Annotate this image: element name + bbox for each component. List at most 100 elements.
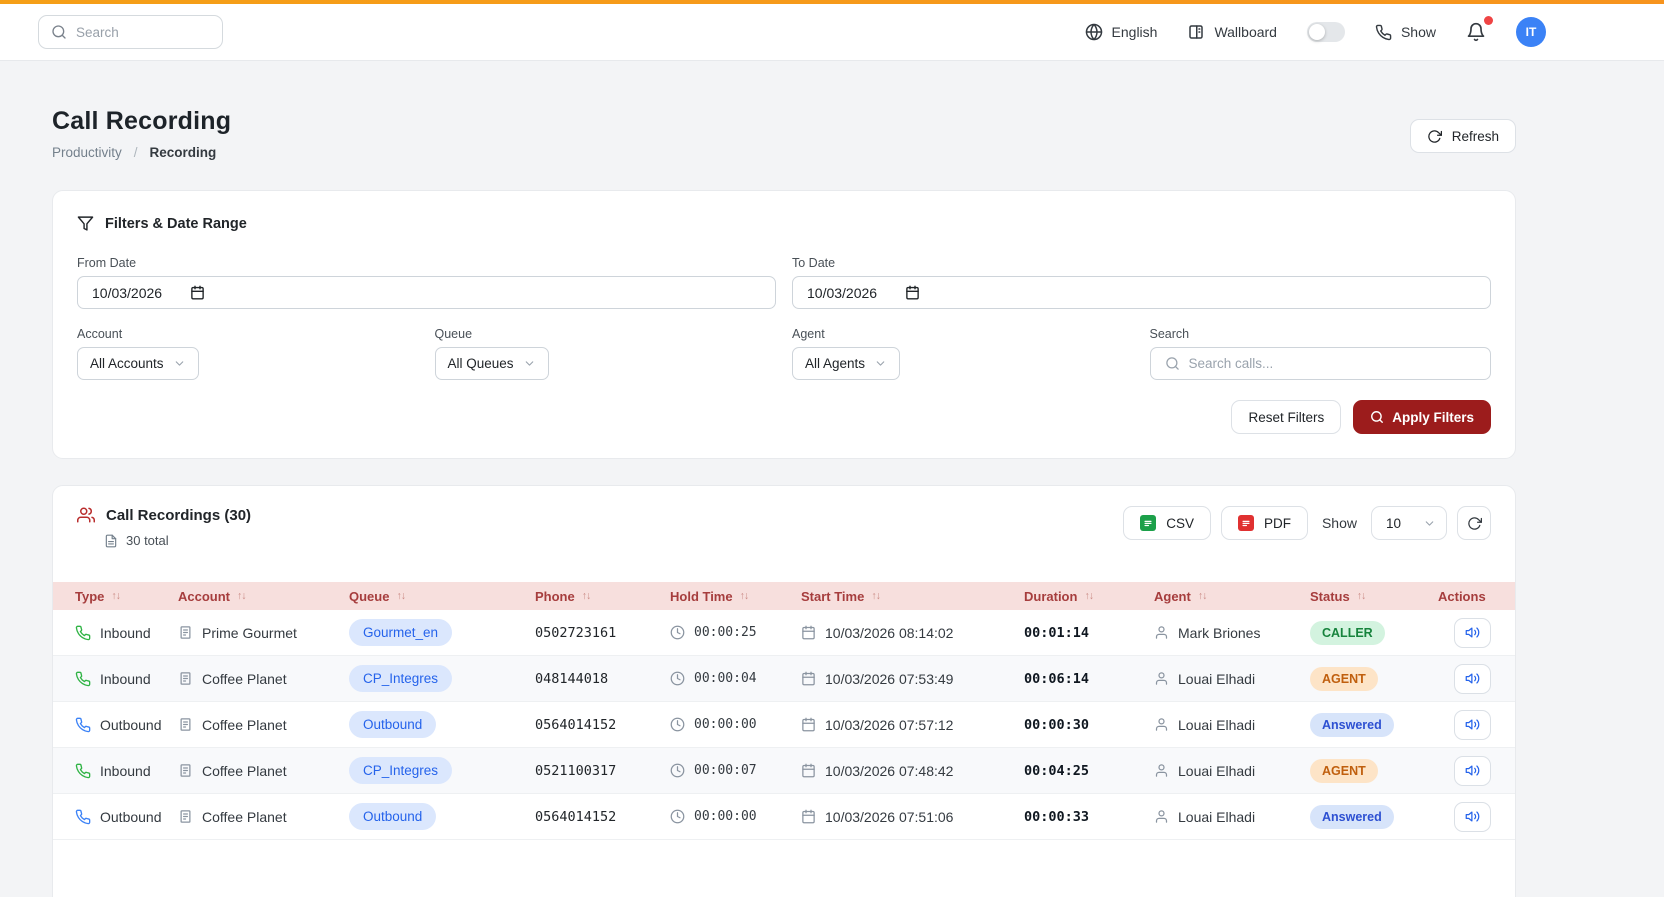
queue-select[interactable]: All Queues: [435, 347, 549, 380]
play-recording-button[interactable]: [1454, 710, 1491, 740]
search-icon: [1165, 356, 1180, 371]
globe-icon: [1085, 23, 1103, 41]
play-recording-button[interactable]: [1454, 618, 1491, 648]
table-row[interactable]: Outbound Coffee Planet Outbound 05640141…: [53, 702, 1515, 748]
chevron-down-icon: [874, 357, 887, 370]
from-date-input[interactable]: 10/03/2026: [77, 276, 776, 309]
apply-filters-button[interactable]: Apply Filters: [1353, 400, 1491, 434]
actions-cell: [1428, 618, 1516, 648]
table-row[interactable]: Inbound Coffee Planet CP_Integres 052110…: [53, 748, 1515, 794]
table-refresh-button[interactable]: [1457, 506, 1491, 540]
column-header-agent[interactable]: Agent↑↓: [1144, 589, 1300, 604]
column-header-label: Account: [178, 589, 230, 604]
start-time-cell: 10/03/2026 07:48:42: [791, 763, 1014, 779]
play-recording-button[interactable]: [1454, 802, 1491, 832]
status-cell: Answered: [1300, 805, 1428, 829]
queue-cell: Outbound: [339, 711, 525, 738]
table-row[interactable]: Outbound Coffee Planet Outbound 05640141…: [53, 794, 1515, 840]
calls-search-input[interactable]: [1189, 356, 1477, 371]
queue-select-value: All Queues: [448, 356, 514, 371]
export-pdf-button[interactable]: PDF: [1221, 506, 1308, 540]
table-body: Inbound Prime Gourmet Gourmet_en 0502723…: [53, 610, 1515, 840]
toggle-knob: [1309, 24, 1325, 40]
person-icon: [1154, 717, 1169, 732]
theme-toggle[interactable]: [1307, 22, 1345, 42]
refresh-icon: [1467, 516, 1482, 531]
to-date-input[interactable]: 10/03/2026: [792, 276, 1491, 309]
play-recording-button[interactable]: [1454, 664, 1491, 694]
column-header-queue[interactable]: Queue↑↓: [339, 589, 525, 604]
sort-icon[interactable]: ↑↓: [871, 590, 880, 602]
column-header-status[interactable]: Status↑↓: [1300, 589, 1428, 604]
account-label: Coffee Planet: [202, 809, 287, 825]
recordings-header: Call Recordings (30) 30 total CSV: [53, 506, 1515, 548]
column-header-label: Start Time: [801, 589, 864, 604]
duration: 00:04:25: [1014, 763, 1144, 779]
sort-icon[interactable]: ↑↓: [1084, 590, 1093, 602]
calendar-icon: [801, 717, 816, 732]
sort-icon[interactable]: ↑↓: [237, 590, 246, 602]
calendar-icon[interactable]: [190, 285, 205, 300]
search-icon: [1370, 410, 1384, 424]
clock-icon: [670, 717, 685, 732]
csv-icon: [1140, 515, 1156, 531]
sort-icon[interactable]: ↑↓: [396, 590, 405, 602]
table-row[interactable]: Inbound Prime Gourmet Gourmet_en 0502723…: [53, 610, 1515, 656]
calendar-icon[interactable]: [905, 285, 920, 300]
column-header-start-time[interactable]: Start Time ↑↓: [791, 589, 1014, 604]
notification-dot: [1484, 16, 1493, 25]
column-header-type[interactable]: Type↑↓: [53, 589, 168, 604]
column-header-label: Duration: [1024, 589, 1077, 604]
language-selector[interactable]: English: [1085, 23, 1158, 41]
type-cell: Outbound: [53, 717, 168, 733]
refresh-button[interactable]: Refresh: [1410, 119, 1516, 153]
agent-select-value: All Agents: [805, 356, 865, 371]
wallboard-label: Wallboard: [1214, 24, 1277, 40]
from-date-label: From Date: [77, 256, 776, 270]
start-time-cell: 10/03/2026 07:51:06: [791, 809, 1014, 825]
sort-icon[interactable]: ↑↓: [582, 590, 591, 602]
status-badge: AGENT: [1310, 759, 1378, 783]
building-icon: [178, 671, 193, 686]
sort-icon[interactable]: ↑↓: [1198, 590, 1207, 602]
start-time-cell: 10/03/2026 08:14:02: [791, 625, 1014, 641]
topbar: English Wallboard Show IT: [0, 4, 1664, 61]
breadcrumb-section[interactable]: Productivity: [52, 145, 122, 160]
avatar[interactable]: IT: [1516, 17, 1546, 47]
page-size-select[interactable]: 10: [1371, 506, 1447, 540]
export-csv-button[interactable]: CSV: [1123, 506, 1211, 540]
queue-cell: CP_Integres: [339, 757, 525, 784]
table-row[interactable]: Inbound Coffee Planet CP_Integres 048144…: [53, 656, 1515, 702]
agent-select[interactable]: All Agents: [792, 347, 900, 380]
type-cell: Inbound: [53, 625, 168, 641]
wallboard-link[interactable]: Wallboard: [1187, 23, 1277, 41]
sort-icon[interactable]: ↑↓: [111, 590, 120, 602]
column-header-hold-time[interactable]: Hold Time ↑↓: [660, 589, 791, 604]
notifications-button[interactable]: [1466, 22, 1486, 42]
sort-icon[interactable]: ↑↓: [1357, 590, 1366, 602]
reset-filters-button[interactable]: Reset Filters: [1231, 400, 1341, 434]
calendar-icon: [801, 809, 816, 824]
account-cell: Coffee Planet: [168, 717, 339, 733]
column-header-account[interactable]: Account ↑↓: [168, 589, 339, 604]
global-search[interactable]: [38, 15, 223, 49]
agent-name: Louai Elhadi: [1178, 763, 1255, 779]
calls-search[interactable]: [1150, 347, 1492, 380]
status-cell: AGENT: [1300, 667, 1428, 691]
column-header-label: Hold Time: [670, 589, 733, 604]
actions-cell: [1428, 710, 1516, 740]
call-direction-icon: [75, 717, 91, 733]
account-label: Coffee Planet: [202, 671, 287, 687]
start-time-cell: 10/03/2026 07:53:49: [791, 671, 1014, 687]
column-header-phone[interactable]: Phone↑↓: [525, 589, 660, 604]
sort-icon[interactable]: ↑↓: [740, 590, 749, 602]
global-search-input[interactable]: [76, 25, 196, 40]
agent-cell: Louai Elhadi: [1144, 763, 1300, 779]
play-recording-button[interactable]: [1454, 756, 1491, 786]
show-phone-button[interactable]: Show: [1375, 24, 1436, 41]
column-header-duration[interactable]: Duration ↑↓: [1014, 589, 1144, 604]
account-select[interactable]: All Accounts: [77, 347, 199, 380]
hold-time-cell: 00:00:00: [660, 809, 791, 824]
table-next-row-partial: [53, 840, 1515, 897]
language-label: English: [1112, 24, 1158, 40]
